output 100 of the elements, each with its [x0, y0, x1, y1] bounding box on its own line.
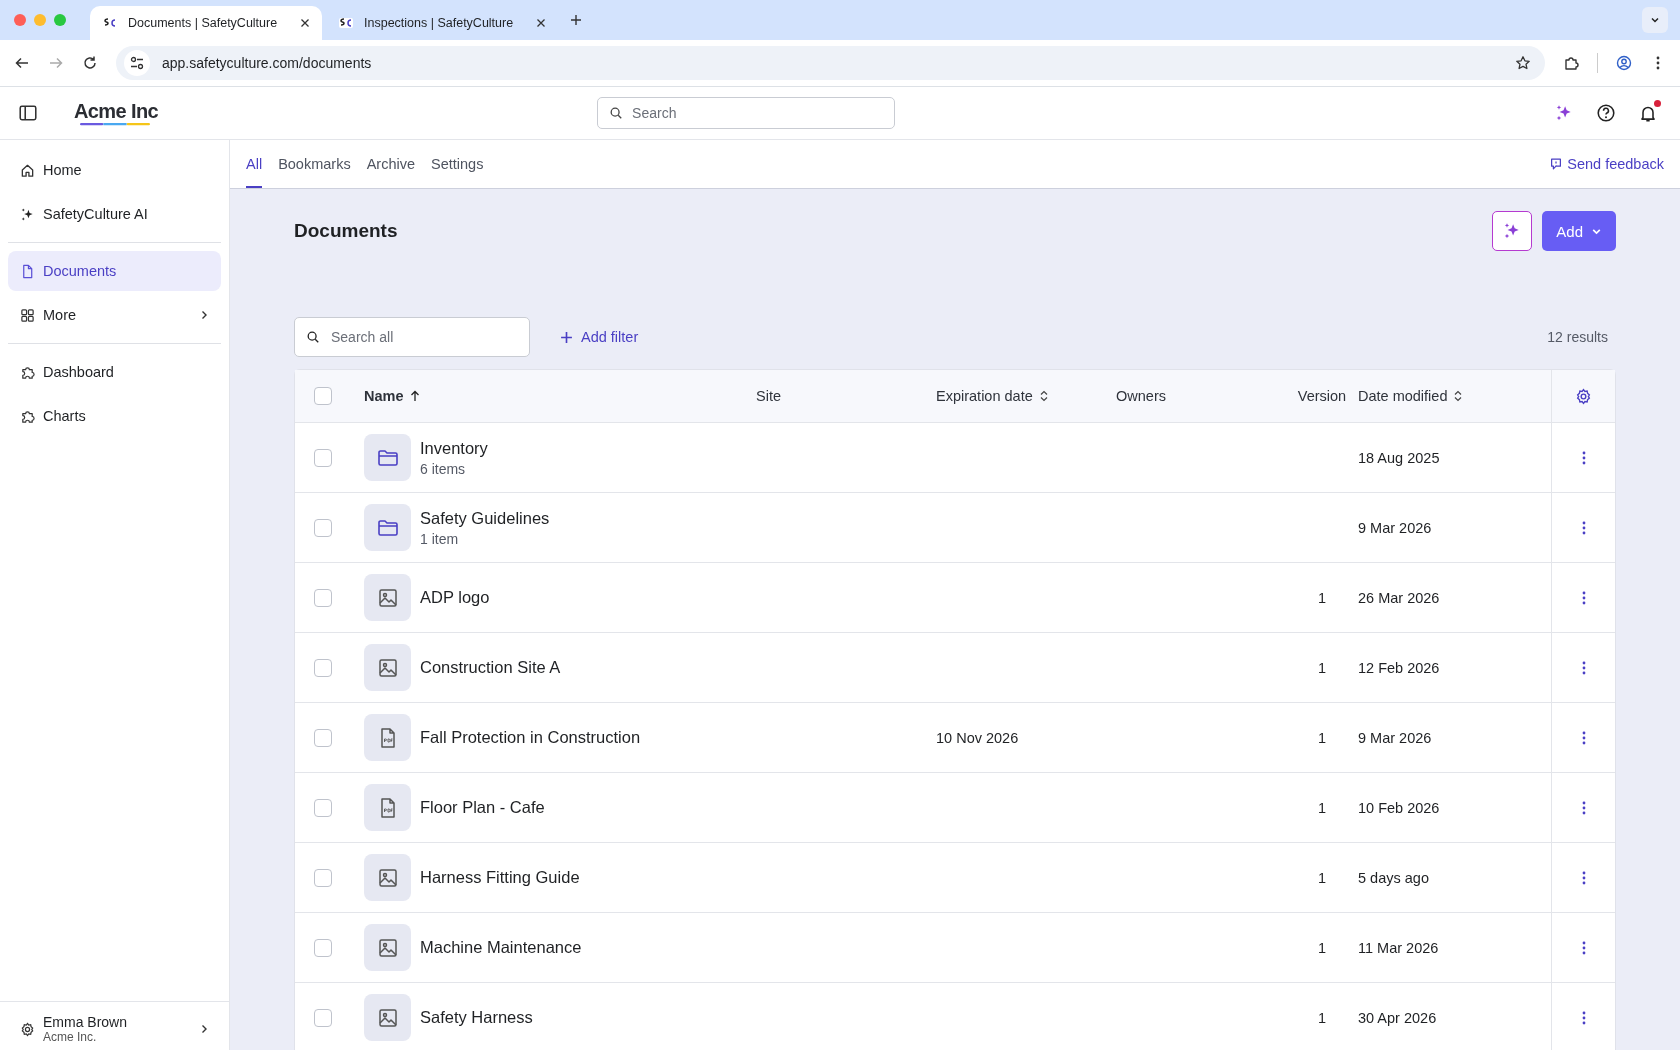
sidebar-toggle-icon[interactable]: [18, 103, 38, 123]
document-name[interactable]: Harness Fitting Guide: [420, 868, 580, 887]
checkbox[interactable]: [314, 448, 332, 467]
settings-icon: [20, 1021, 35, 1037]
tab[interactable]: All: [246, 140, 263, 188]
tab[interactable]: Bookmarks: [278, 140, 351, 188]
address-bar[interactable]: app.safetyculture.com/documents: [116, 46, 1545, 80]
date-modified: 26 Mar 2026: [1358, 589, 1440, 606]
document-name[interactable]: Machine Maintenance: [420, 938, 582, 957]
tab-title: Documents | SafetyCulture: [128, 16, 279, 30]
version-number: 1: [1317, 1009, 1327, 1026]
more-options-icon[interactable]: [1580, 869, 1587, 886]
browser-tab[interactable]: Documents | SafetyCulture: [90, 6, 322, 40]
more-options-icon[interactable]: [1580, 939, 1587, 956]
ai-sparkle-button[interactable]: [1492, 211, 1533, 251]
brand-logo[interactable]: Acme Inc: [74, 100, 159, 123]
checkbox[interactable]: [314, 938, 332, 957]
date-modified: 11 Mar 2026: [1358, 939, 1439, 956]
send-feedback-link[interactable]: Send feedback: [1549, 140, 1664, 188]
checkbox[interactable]: [314, 387, 332, 405]
checkbox[interactable]: [314, 588, 332, 607]
document-name[interactable]: Fall Protection in Construction: [420, 728, 641, 747]
version-number: 1: [1317, 939, 1327, 956]
date-modified: 30 Apr 2026: [1358, 1009, 1437, 1026]
close-icon[interactable]: [300, 18, 310, 28]
new-tab-icon[interactable]: [570, 14, 582, 26]
chevron-down-icon: [1650, 15, 1660, 25]
help-icon[interactable]: [1596, 103, 1616, 123]
site-settings-icon[interactable]: [124, 50, 150, 76]
chevron-right-icon: [199, 1024, 209, 1034]
sidebar-item[interactable]: SafetyCulture AI: [8, 194, 221, 234]
search-field[interactable]: Search all: [294, 317, 530, 357]
tab[interactable]: Archive: [366, 140, 415, 188]
document-name[interactable]: Floor Plan - Cafe: [420, 798, 545, 817]
close-icon[interactable]: [536, 18, 546, 28]
checkbox[interactable]: [314, 868, 332, 887]
column-header: Version: [1297, 388, 1347, 404]
sort-icon[interactable]: [1038, 390, 1049, 402]
plus-icon: [560, 330, 573, 344]
version-number: 1: [1317, 589, 1327, 606]
date-modified: 9 Mar 2026: [1358, 519, 1432, 536]
date-modified: 5 days ago: [1358, 869, 1429, 886]
document-name[interactable]: Construction Site A: [420, 658, 561, 677]
settings-icon[interactable]: [1575, 387, 1592, 405]
date-modified: 18 Aug 2025: [1358, 449, 1440, 466]
more-options-icon[interactable]: [1580, 519, 1587, 536]
browser-tab[interactable]: Inspections | SafetyCulture: [326, 6, 558, 40]
search-field[interactable]: Search: [597, 97, 896, 129]
sort-icon[interactable]: [1453, 390, 1464, 402]
document-name[interactable]: ADP logo: [420, 588, 490, 607]
more-options-icon[interactable]: [1580, 1009, 1587, 1026]
document-name[interactable]: Safety Guidelines: [420, 508, 550, 528]
puzzle-icon: [20, 408, 35, 424]
page-title: Documents: [294, 220, 398, 242]
more-options-icon[interactable]: [1580, 799, 1587, 816]
sidebar-item[interactable]: Home: [8, 150, 221, 190]
reload-icon[interactable]: [82, 55, 98, 71]
checkbox[interactable]: [314, 658, 332, 677]
arrow-up-icon[interactable]: [409, 390, 420, 402]
sidebar-item[interactable]: Charts: [8, 396, 221, 436]
more-options-icon[interactable]: [1580, 589, 1587, 606]
version-number: 1: [1317, 659, 1327, 676]
back-icon[interactable]: [14, 55, 30, 71]
checkbox[interactable]: [314, 728, 332, 747]
item-count: 6 items: [420, 460, 467, 477]
grid-icon: [20, 307, 35, 323]
sidebar-item[interactable]: More: [8, 295, 221, 335]
document-name[interactable]: Safety Harness: [420, 1008, 533, 1027]
site-favicon-icon: [338, 15, 354, 31]
tab[interactable]: Settings: [431, 140, 484, 188]
version-number: 1: [1317, 729, 1327, 746]
checkbox[interactable]: [314, 1008, 332, 1027]
date-modified: 12 Feb 2026: [1358, 659, 1440, 676]
more-options-icon[interactable]: [1580, 449, 1587, 466]
column-header[interactable]: Date modified: [1358, 388, 1448, 404]
user-menu[interactable]: Emma Brown Acme Inc.: [0, 1001, 229, 1050]
search-icon: [609, 106, 624, 120]
notification-bell-icon[interactable]: [1638, 103, 1658, 123]
profile-icon[interactable]: [1616, 55, 1632, 71]
date-modified: 9 Mar 2026: [1358, 729, 1432, 746]
sidebar-item[interactable]: Documents: [8, 251, 221, 291]
more-options-icon[interactable]: [1580, 659, 1587, 676]
star-icon[interactable]: [1515, 55, 1531, 71]
tab-title: Inspections | SafetyCulture: [364, 16, 515, 30]
document-icon: [20, 263, 35, 279]
home-icon: [20, 162, 35, 178]
add-filter-button[interactable]: Add filter: [560, 329, 639, 345]
sidebar-item[interactable]: Dashboard: [8, 352, 221, 392]
checkbox[interactable]: [314, 798, 332, 817]
puzzle-icon[interactable]: [1563, 55, 1579, 71]
column-header[interactable]: Name: [364, 388, 404, 404]
column-header: Owners: [1116, 388, 1166, 404]
add-button[interactable]: Add: [1542, 211, 1616, 251]
version-number: 1: [1317, 869, 1327, 886]
expiration-date: 10 Nov 2026: [936, 729, 1019, 746]
column-header[interactable]: Expiration date: [936, 388, 1033, 404]
more-options-icon[interactable]: [1580, 729, 1587, 746]
checkbox[interactable]: [314, 518, 332, 537]
logo-underline-drawing: [80, 123, 150, 126]
document-name[interactable]: Inventory: [420, 438, 488, 458]
